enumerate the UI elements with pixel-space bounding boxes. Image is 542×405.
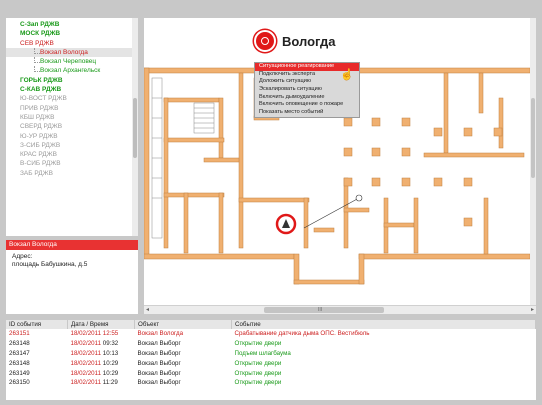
- event-datetime: 18/02/2011 09:32: [68, 339, 135, 349]
- scroll-right-icon[interactable]: ▸: [531, 306, 534, 314]
- tree-scrollbar[interactable]: [132, 18, 138, 236]
- selected-station-header: Вокзал Вологда: [6, 240, 138, 250]
- alarm-status-icon: [254, 30, 276, 52]
- address-value: площадь Бабушкина, д.5: [12, 261, 88, 268]
- event-time: 12:55: [102, 330, 119, 338]
- event-datetime: 18/02/2011 10:13: [68, 349, 135, 359]
- event-id: 263148: [9, 359, 30, 367]
- tree-item[interactable]: СВЕРД РДЖВ: [6, 122, 138, 131]
- event-id: 263147: [9, 349, 30, 357]
- scroll-left-icon[interactable]: ◂: [146, 306, 149, 314]
- col-header-event[interactable]: Событие: [231, 320, 536, 329]
- event-description: Подъем шлагбаума: [234, 349, 291, 357]
- tree-item[interactable]: Ю-УР РДЖВ: [6, 132, 138, 141]
- tree-item[interactable]: С-Зап РДЖВ: [6, 20, 138, 29]
- event-date: 18/02/2011: [70, 369, 102, 377]
- tree-scrollbar-thumb[interactable]: [133, 98, 137, 158]
- event-description: Открытие двери: [234, 340, 282, 348]
- event-object: Вокзал Выборг: [137, 340, 181, 348]
- event-date: 18/02/2011: [70, 349, 102, 357]
- event-description: Открытие двери: [234, 369, 282, 377]
- tree-item[interactable]: В-СИБ РДЖВ: [6, 159, 138, 168]
- event-time: 10:29: [102, 359, 119, 367]
- fire-alarm-icon[interactable]: [275, 213, 297, 235]
- col-header-object[interactable]: Объект: [134, 320, 232, 329]
- tree-item[interactable]: ЗАБ РДЖВ: [6, 169, 138, 178]
- event-date: 18/02/2011: [70, 379, 102, 387]
- event-row[interactable]: 263150 18/02/2011 11:29 Вокзал Выборг Откры…: [6, 378, 536, 388]
- floor-plan-panel[interactable]: Вологда Ситуационное реагирование Подключ…: [144, 18, 536, 314]
- events-table-body: 263151 18/02/2011 12:55 Вокзал Вологда Сраб…: [6, 329, 536, 388]
- event-time: 10:13: [102, 349, 119, 357]
- tree-item[interactable]: КРАС РДЖВ: [6, 150, 138, 159]
- event-row[interactable]: 263149 18/02/2011 10:29 Вокзал Выборг Откры…: [6, 368, 536, 378]
- map-horizontal-scrollbar[interactable]: ◂ III ▸: [144, 305, 536, 314]
- region-tree-panel: С-Зап РДЖВ МОСК РДЖВ СЕВ РДЖВ Вокзал Вологд…: [6, 18, 138, 236]
- event-object: Вокзал Выборг: [137, 379, 181, 387]
- map-horizontal-scrollbar-thumb[interactable]: [264, 307, 384, 313]
- event-datetime: 18/02/2011 11:29: [68, 378, 135, 388]
- map-title-text: Вологда: [282, 33, 336, 49]
- event-object: Вокзал Вологда: [137, 330, 184, 338]
- event-date: 18/02/2011: [70, 359, 102, 367]
- event-row[interactable]: 263147 18/02/2011 10:13 Вокзал Выборг Подъе…: [6, 349, 536, 359]
- event-id: 263150: [9, 379, 30, 387]
- context-menu-item[interactable]: Эскалировать ситуацию: [255, 86, 359, 94]
- event-row[interactable]: 263151 18/02/2011 12:55 Вокзал Вологда Сраб…: [6, 329, 536, 339]
- tree-item[interactable]: Вокзал Архангельск: [6, 66, 138, 75]
- context-menu-item[interactable]: Включить оповещение о пожаре: [255, 101, 359, 109]
- event-time: 10:29: [102, 369, 119, 377]
- tree-item[interactable]: КБШ РДЖВ: [6, 113, 138, 122]
- event-object: Вокзал Выборг: [137, 369, 181, 377]
- event-object: Вокзал Выборг: [137, 349, 181, 357]
- camera-icon[interactable]: [355, 194, 363, 202]
- tree-item[interactable]: ГОРЬК РДЖВ: [6, 76, 138, 85]
- event-datetime: 18/02/2011 10:29: [68, 358, 135, 368]
- event-description: Срабатывание датчика дыма ОПС. Вестибюль: [234, 330, 370, 338]
- camera-line: [303, 197, 360, 229]
- event-id: 263149: [9, 369, 30, 377]
- events-panel: ID события Дата / Время Объект Событие 2…: [6, 320, 536, 400]
- tree-item[interactable]: СЕВ РДЖВ: [6, 39, 138, 48]
- cursor-hand-icon: ☝: [340, 69, 354, 81]
- scroll-grip-label: III: [318, 307, 323, 313]
- region-tree-list: С-Зап РДЖВ МОСК РДЖВ СЕВ РДЖВ Вокзал Вологд…: [6, 20, 138, 178]
- map-title: Вологда: [254, 30, 335, 52]
- tree-item[interactable]: З-СИБ РДЖВ: [6, 141, 138, 150]
- address-label: Адрес:: [12, 253, 33, 260]
- map-vertical-scrollbar-thumb[interactable]: [531, 98, 535, 178]
- events-table: ID события Дата / Время Объект Событие 2…: [6, 320, 536, 388]
- event-datetime: 18/02/2011 10:29: [68, 368, 135, 378]
- event-id: 263151: [9, 330, 30, 338]
- address-panel: Вокзал Вологда Адрес: площадь Бабушкина,…: [6, 240, 138, 314]
- event-date: 18/02/2011: [70, 340, 102, 348]
- tree-item[interactable]: Ю-ВОСТ РДЖВ: [6, 94, 138, 103]
- tree-item[interactable]: С-КАВ РДЖВ: [6, 85, 138, 94]
- event-row[interactable]: 263148 18/02/2011 10:29 Вокзал Выборг Откры…: [6, 358, 536, 368]
- event-time: 09:32: [102, 340, 119, 348]
- event-row[interactable]: 263148 18/02/2011 09:32 Вокзал Выборг Откры…: [6, 339, 536, 349]
- context-menu-item[interactable]: Показать место событий: [255, 109, 359, 117]
- tree-item[interactable]: ПРИВ РДЖВ: [6, 104, 138, 113]
- event-date: 18/02/2011: [70, 330, 102, 338]
- events-table-header: ID события Дата / Время Объект Событие: [6, 320, 536, 329]
- event-time: 11:29: [102, 379, 118, 387]
- col-header-id[interactable]: ID события: [6, 320, 68, 329]
- tree-item[interactable]: Вокзал Вологда: [6, 47, 138, 58]
- context-menu-item[interactable]: Включить дымоудаление: [255, 94, 359, 102]
- event-description: Открытие двери: [234, 379, 282, 387]
- event-datetime: 18/02/2011 12:55: [68, 329, 135, 339]
- tree-item[interactable]: МОСК РДЖВ: [6, 29, 138, 38]
- col-header-datetime[interactable]: Дата / Время: [67, 320, 135, 329]
- map-vertical-scrollbar[interactable]: [530, 18, 536, 305]
- event-description: Открытие двери: [234, 359, 282, 367]
- tree-item[interactable]: Вокзал Череповец: [6, 57, 138, 66]
- event-object: Вокзал Выборг: [137, 359, 181, 367]
- event-id: 263148: [9, 340, 30, 348]
